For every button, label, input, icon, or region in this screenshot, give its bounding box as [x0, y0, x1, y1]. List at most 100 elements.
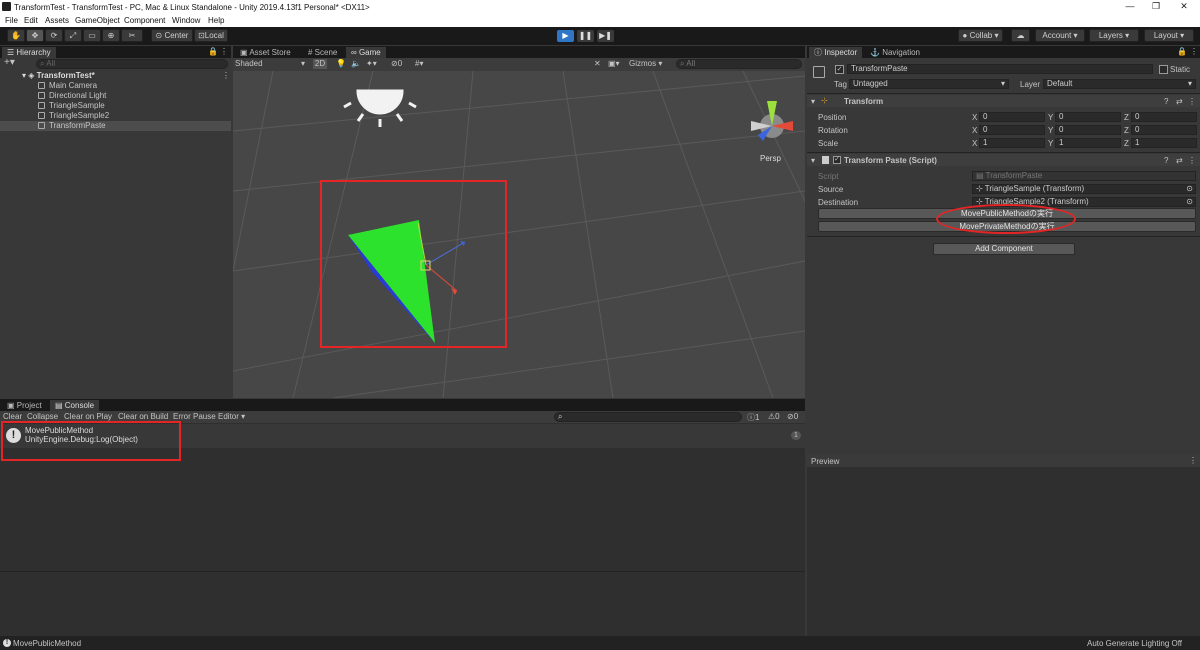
foldout-icon[interactable]: ▾ [811, 156, 815, 165]
layout-dropdown[interactable]: Layout ▾ [1144, 29, 1194, 42]
close-button[interactable]: ✕ [1170, 0, 1198, 14]
grid-icon[interactable]: #▾ [415, 59, 423, 68]
hidden-objects-toggle[interactable]: ⊘0 [391, 59, 402, 68]
component-menu-icon[interactable]: ⋮ [1188, 156, 1196, 165]
component-menu-icon[interactable]: ⋮ [1188, 97, 1196, 106]
scene-search-input[interactable]: ⌕ All [676, 59, 802, 69]
object-name-field[interactable]: TransformPaste [847, 64, 1153, 74]
object-picker-icon[interactable]: ⊙ [1186, 198, 1193, 206]
cloud-icon[interactable]: ☁ [1011, 29, 1030, 42]
add-component-button[interactable]: Add Component [933, 243, 1075, 255]
component-enabled-checkbox[interactable]: ✓ [833, 156, 841, 164]
scale-z-field[interactable]: 1 [1131, 138, 1197, 148]
layer-dropdown[interactable]: Default ▾ [1043, 79, 1196, 89]
menu-file[interactable]: File [5, 16, 18, 25]
position-z-field[interactable]: 0 [1131, 112, 1197, 122]
position-x-field[interactable]: 0 [979, 112, 1045, 122]
editor-dropdown[interactable]: Editor ▾ [218, 412, 245, 421]
position-y-field[interactable]: 0 [1055, 112, 1121, 122]
help-icon[interactable]: ? [1164, 97, 1168, 106]
pivot-center-toggle[interactable]: ⊙ Center [151, 29, 193, 42]
scale-x-field[interactable]: 1 [979, 138, 1045, 148]
scene-menu-icon[interactable]: ⋮ [222, 71, 230, 80]
menu-edit[interactable]: Edit [24, 16, 38, 25]
menu-assets[interactable]: Assets [45, 16, 69, 25]
rotation-y-field[interactable]: 0 [1055, 125, 1121, 135]
tab-console[interactable]: ▤ Console [50, 400, 100, 411]
lighting-icon[interactable]: 💡 [336, 59, 346, 68]
2d-toggle[interactable]: 2D [313, 59, 327, 69]
static-checkbox[interactable] [1159, 65, 1168, 74]
shading-dropdown[interactable]: Shaded ▾ [235, 59, 307, 69]
add-icon[interactable]: +▾ [4, 57, 15, 68]
tab-scene[interactable]: # Scene [303, 47, 342, 58]
list-item[interactable]: Main Camera [38, 81, 97, 91]
collapse-button[interactable]: Collapse [27, 412, 58, 421]
play-button[interactable]: ▶ [557, 30, 574, 42]
preset-icon[interactable]: ⇄ [1176, 97, 1183, 106]
tab-navigation[interactable]: ⚓ Navigation [865, 47, 925, 58]
step-button[interactable]: ▶❚ [597, 30, 614, 42]
camera-icon[interactable]: ▣▾ [608, 59, 620, 68]
status-message[interactable]: MovePublicMethod [13, 639, 81, 648]
rotation-x-field[interactable]: 0 [979, 125, 1045, 135]
maximize-button[interactable]: ❐ [1142, 0, 1170, 14]
scene-viewport[interactable]: Persp [233, 71, 805, 398]
object-picker-icon[interactable]: ⊙ [1186, 185, 1193, 193]
layers-dropdown[interactable]: Layers ▾ [1089, 29, 1139, 42]
preset-icon[interactable]: ⇄ [1176, 156, 1183, 165]
scene-root[interactable]: ▾ ◈ TransformTest* [22, 71, 95, 81]
effects-icon[interactable]: ✦▾ [366, 59, 377, 68]
clear-on-build-button[interactable]: Clear on Build [118, 412, 168, 421]
error-pause-button[interactable]: Error Pause [173, 412, 216, 421]
scale-tool-icon[interactable]: ⤢ [64, 29, 82, 42]
hierarchy-search-input[interactable]: ⌕ All [36, 59, 228, 69]
info-toggle[interactable]: ⓘ1 [747, 412, 759, 423]
menu-component[interactable]: Component [124, 16, 165, 25]
help-icon[interactable]: ? [1164, 156, 1168, 165]
list-item[interactable]: TriangleSample2 [38, 111, 109, 121]
tag-dropdown[interactable]: Untagged ▾ [849, 79, 1009, 89]
hand-tool-icon[interactable]: ✋ [7, 29, 25, 42]
list-item[interactable]: TriangleSample [38, 101, 105, 111]
scale-y-field[interactable]: 1 [1055, 138, 1121, 148]
tab-project[interactable]: ▣ Project [2, 400, 47, 411]
panel-menu-icon[interactable]: ⋮ [1190, 47, 1198, 56]
space-local-toggle[interactable]: ⊡Local [194, 29, 228, 42]
list-item[interactable]: Directional Light [38, 91, 106, 101]
persp-label[interactable]: Persp [760, 154, 781, 163]
menu-gameobject[interactable]: GameObject [75, 16, 120, 25]
menu-help[interactable]: Help [208, 16, 224, 25]
list-item-selected[interactable]: TransformPaste [0, 121, 231, 131]
tab-inspector[interactable]: ⓘ Inspector [809, 47, 863, 58]
lighting-status[interactable]: Auto Generate Lighting Off [1087, 639, 1182, 648]
minimize-button[interactable]: — [1116, 0, 1144, 14]
clear-button[interactable]: Clear [3, 412, 22, 421]
tab-asset-store[interactable]: ▣ Asset Store [235, 47, 296, 58]
audio-icon[interactable]: 🔈 [351, 59, 361, 68]
panel-menu-icon[interactable]: ⋮ [1189, 456, 1197, 465]
move-tool-icon[interactable]: ✥ [26, 29, 44, 42]
source-field[interactable]: ⊹ TriangleSample (Transform) ⊙ [972, 184, 1196, 194]
scene-orientation-gizmo[interactable] [751, 101, 793, 141]
tools-icon[interactable]: ✕ [594, 59, 601, 68]
active-checkbox[interactable]: ✓ [835, 65, 844, 74]
lock-icon[interactable]: 🔒 [208, 47, 218, 56]
gizmos-dropdown[interactable]: Gizmos ▾ [629, 59, 662, 68]
rotation-z-field[interactable]: 0 [1131, 125, 1197, 135]
panel-menu-icon[interactable]: ⋮ [220, 47, 228, 56]
lock-icon[interactable]: 🔒 [1177, 47, 1187, 56]
custom-tool-icon[interactable]: ✂ [121, 29, 143, 42]
rotate-tool-icon[interactable]: ⟳ [45, 29, 63, 42]
pause-button[interactable]: ❚❚ [577, 30, 594, 42]
rect-tool-icon[interactable]: ▭ [83, 29, 101, 42]
tab-game[interactable]: ∞ Game [346, 47, 386, 58]
transform-tool-icon[interactable]: ⊕ [102, 29, 120, 42]
clear-on-play-button[interactable]: Clear on Play [64, 412, 112, 421]
script-component-header[interactable]: ▾ ✓ Transform Paste (Script) ? ⇄ ⋮ [807, 154, 1200, 166]
account-dropdown[interactable]: Account ▾ [1035, 29, 1085, 42]
warning-toggle[interactable]: ⚠0 [768, 412, 780, 421]
error-toggle[interactable]: ⊘0 [787, 412, 798, 421]
transform-header[interactable]: ▾ ⊹ Transform ? ⇄ ⋮ [807, 95, 1200, 107]
foldout-icon[interactable]: ▾ [811, 97, 815, 106]
